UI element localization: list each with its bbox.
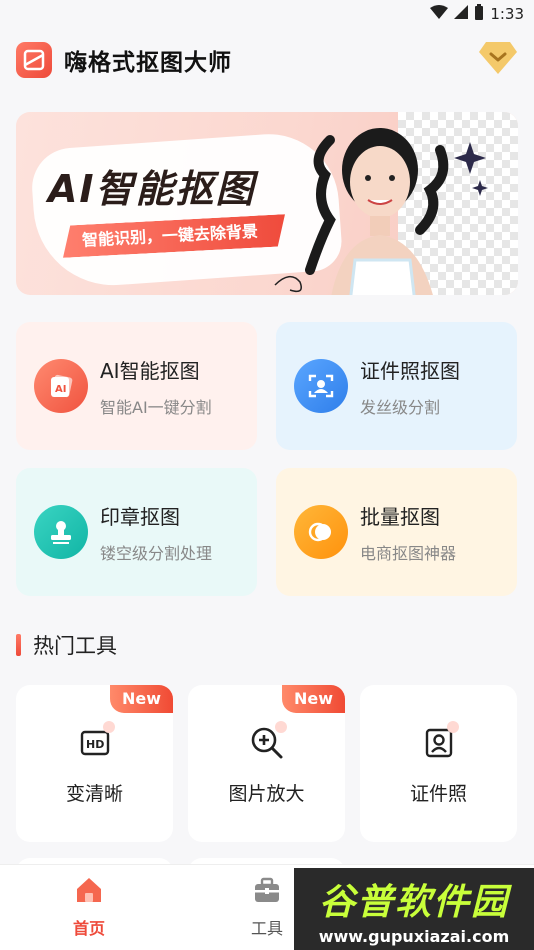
stamp-icon (34, 505, 88, 559)
tool-upscale-card[interactable]: New 图片放大 (188, 685, 345, 842)
ai-photo-icon: AI (34, 359, 88, 413)
toolbox-icon (252, 875, 282, 909)
watermark-url: www.gupuxiazai.com (318, 926, 510, 946)
battery-icon (474, 4, 484, 24)
id-portrait-icon (294, 359, 348, 413)
feature-title: 批量抠图 (360, 504, 440, 529)
feature-batch-cutout[interactable]: 批量抠图 电商抠图神器 (276, 468, 517, 596)
app-logo (16, 42, 52, 78)
feature-title: 印章抠图 (100, 504, 180, 529)
app-title: 嗨格式抠图大师 (64, 50, 232, 76)
watermark-title: 谷普软件园 (318, 881, 509, 923)
zoom-in-icon (245, 721, 289, 765)
signal-icon (454, 5, 469, 23)
promo-banner[interactable]: AI智能抠图 智能识别，一键去除背景 (16, 112, 518, 295)
svg-text:AI: AI (55, 384, 66, 395)
feature-title: AI智能抠图 (100, 358, 200, 383)
banner-portrait-illustration (270, 120, 500, 295)
home-icon (74, 875, 104, 909)
wifi-icon (430, 5, 449, 23)
new-badge: New (109, 685, 173, 713)
vip-diamond-icon[interactable] (478, 40, 518, 80)
feature-subtitle: 智能AI一键分割 (100, 397, 212, 417)
tool-label: 变清晰 (65, 783, 123, 805)
batch-icon (294, 505, 348, 559)
feature-title: 证件照抠图 (360, 358, 460, 383)
feature-subtitle: 发丝级分割 (360, 397, 441, 417)
id-photo-icon (417, 721, 461, 765)
status-bar: 1:33 (0, 0, 534, 28)
feature-id-cutout[interactable]: 证件照抠图 发丝级分割 (276, 322, 517, 450)
banner-title: AI智能抠图 (48, 167, 256, 211)
nav-home[interactable]: 首页 (39, 875, 139, 939)
new-badge: New (281, 685, 345, 713)
section-accent-bar (16, 634, 21, 656)
status-time: 1:33 (490, 5, 524, 23)
site-watermark: 谷普软件园 www.gupuxiazai.com (294, 868, 534, 950)
feature-subtitle: 电商抠图神器 (360, 543, 457, 563)
nav-label: 工具 (250, 919, 283, 938)
hd-icon: HD (73, 721, 117, 765)
tool-id-photo-card[interactable]: 证件照 (360, 685, 517, 842)
svg-text:HD: HD (86, 738, 104, 751)
tool-label: 图片放大 (228, 783, 305, 805)
app-header: 嗨格式抠图大师 (0, 28, 534, 92)
section-title-text: 热门工具 (33, 634, 117, 658)
feature-subtitle: 镂空级分割处理 (100, 543, 213, 563)
feature-ai-cutout[interactable]: AI AI智能抠图 智能AI一键分割 (16, 322, 257, 450)
tool-label: 证件照 (409, 783, 467, 805)
nav-label: 首页 (72, 919, 105, 938)
tool-enhance-card[interactable]: New HD 变清晰 (16, 685, 173, 842)
hot-tools-section-title: 热门工具 (16, 630, 117, 660)
feature-stamp-cutout[interactable]: 印章抠图 镂空级分割处理 (16, 468, 257, 596)
